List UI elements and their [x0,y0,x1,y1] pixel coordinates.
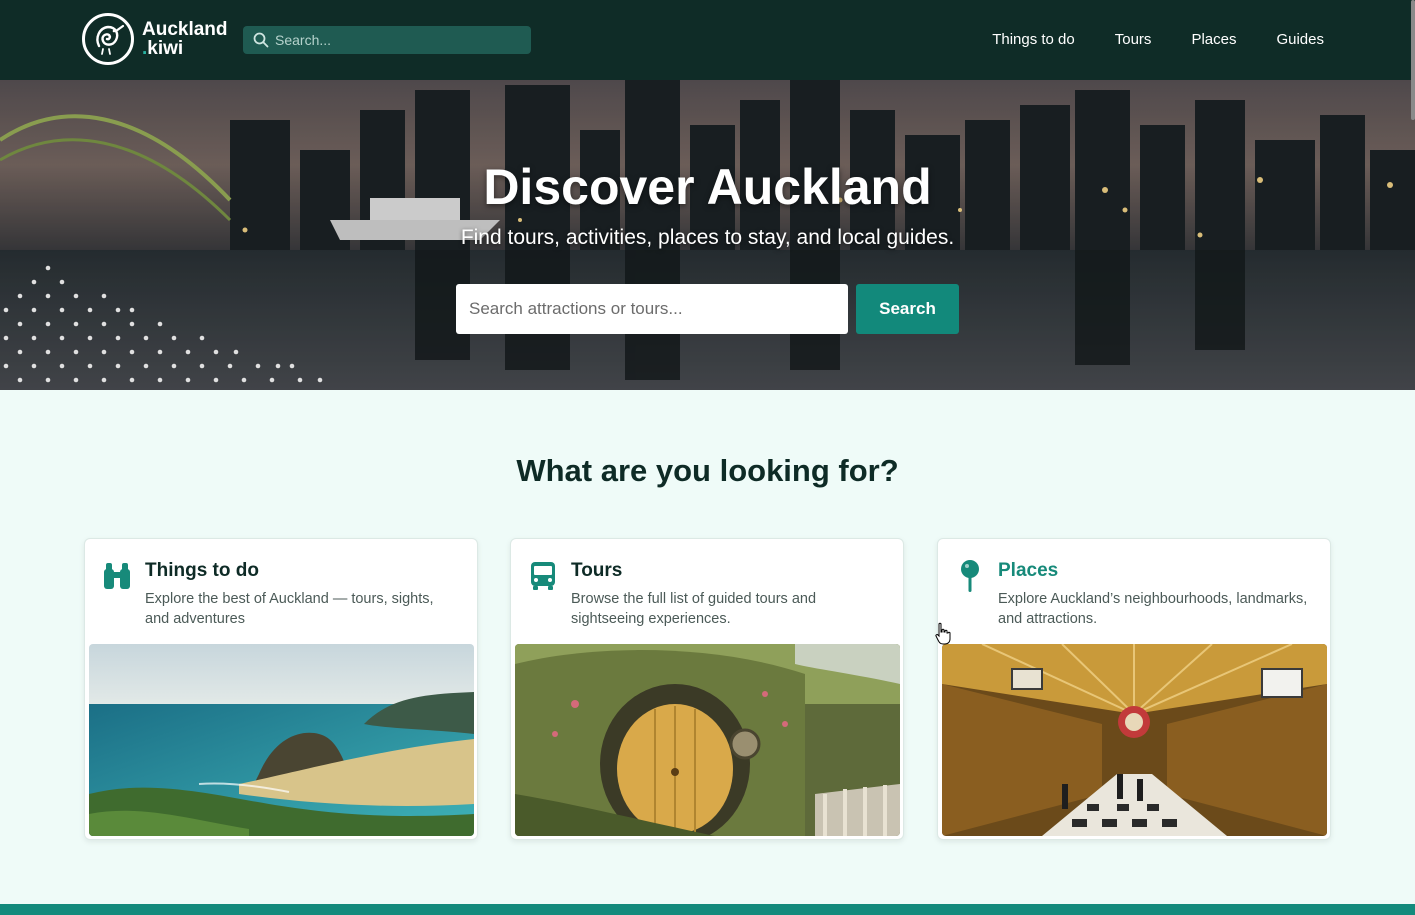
card-title[interactable]: Things to do [145,560,259,582]
hero-title: Discover Auckland [483,159,932,215]
card-things-to-do[interactable]: Things to do Explore the best of Aucklan… [84,538,478,840]
footer-strip [0,904,1415,915]
map-pin-icon [961,560,979,592]
card-title[interactable]: Tours [571,560,622,582]
hobbit-hole-photo [515,644,900,836]
site-logo[interactable]: Auckland .kiwi [82,13,228,65]
logo-line1: Auckland [142,19,228,40]
hero-subtitle: Find tours, activities, places to stay, … [460,226,955,249]
beach-photo [89,644,474,836]
nav-link-guides[interactable]: Guides [1276,31,1324,48]
hero-search-input[interactable] [456,284,848,334]
bus-icon [531,562,555,590]
top-navbar: Auckland .kiwi Things to do Tours Places… [0,0,1415,80]
nav-links: Things to do Tours Places Guides [952,31,1324,48]
hero-search-button[interactable]: Search [856,284,959,334]
nav-link-places[interactable]: Places [1191,31,1236,48]
binoculars-icon [104,563,130,589]
card-description: Explore Auckland’s neighbourhoods, landm… [998,591,1308,627]
nav-search-box[interactable] [243,26,531,54]
logo-wordmark: Auckland .kiwi [142,20,228,58]
hand-cursor-icon [935,622,951,645]
hero-banner: Discover Auckland Find tours, activities… [0,80,1415,390]
nav-link-tours[interactable]: Tours [1115,31,1152,48]
shopping-arcade-photo [942,644,1327,836]
card-title[interactable]: Places [998,560,1058,582]
page-scrollbar[interactable] [1411,0,1415,120]
logo-line2: kiwi [147,38,184,59]
card-description: Explore the best of Auckland — tours, si… [145,591,434,627]
card-description: Browse the full list of guided tours and… [571,591,817,627]
section-title: What are you looking for? [516,453,899,488]
card-places[interactable]: Places Explore Auckland’s neighbourhoods… [937,538,1331,840]
nav-search-input[interactable] [275,32,515,48]
card-tours[interactable]: Tours Browse the full list of guided tou… [510,538,904,840]
nav-link-things-to-do[interactable]: Things to do [992,31,1075,48]
kiwi-logo-icon [82,13,134,65]
search-icon [253,32,269,48]
